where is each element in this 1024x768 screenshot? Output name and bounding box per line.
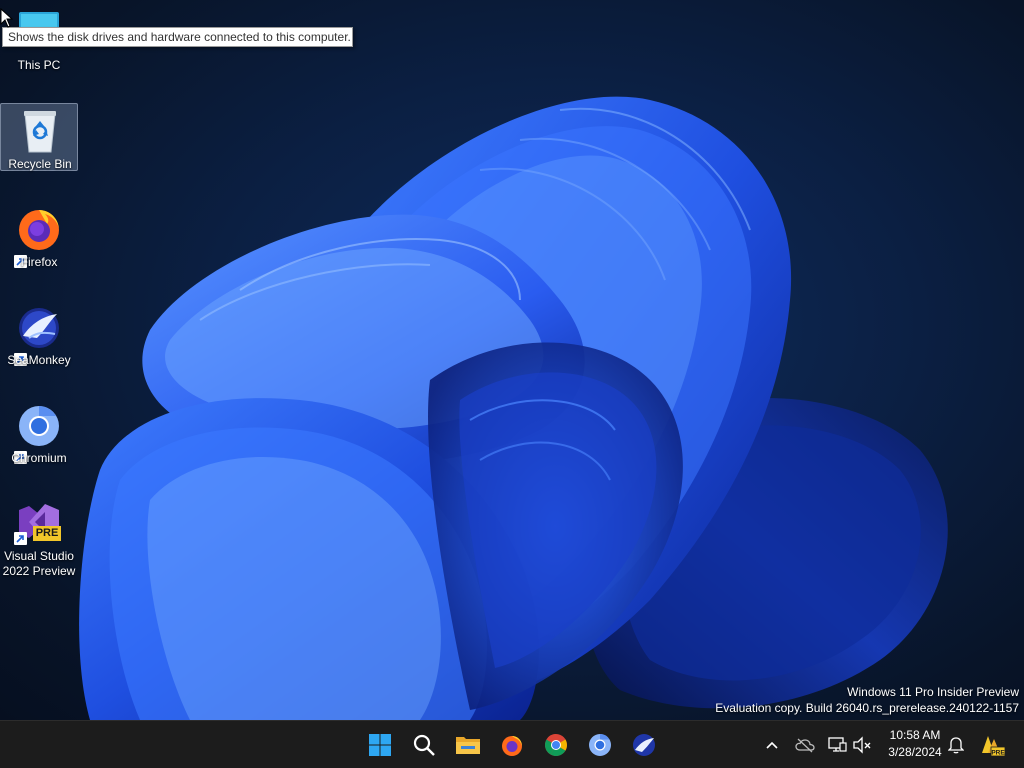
desktop-icon-label: 2022 Preview: [2, 564, 76, 578]
svg-text:PRE: PRE: [991, 750, 1005, 757]
chevron-up-icon: [766, 741, 778, 749]
desktop-icon-label: Recycle Bin: [8, 157, 72, 171]
taskbar-clock[interactable]: 10:58 AM 3/28/2024: [881, 727, 949, 761]
desktop-icon-label: This PC: [17, 58, 61, 72]
taskbar-chromium-button[interactable]: [584, 729, 616, 761]
network-button[interactable]: [826, 733, 848, 757]
clock-date: 3/28/2024: [888, 745, 942, 759]
file-explorer-button[interactable]: [452, 729, 484, 761]
chromium-icon: [15, 400, 63, 446]
watermark-line-2: Evaluation copy. Build 26040.rs_prerelea…: [715, 701, 1019, 715]
seamonkey-icon: [15, 302, 63, 348]
show-hidden-icons-button[interactable]: [761, 733, 783, 757]
desktop-icon-chromium[interactable]: Chromium: [0, 396, 78, 465]
firefox-icon: [15, 204, 63, 250]
search-button[interactable]: [408, 729, 440, 761]
taskbar-firefox-button[interactable]: [496, 729, 528, 761]
volume-button[interactable]: [851, 733, 873, 757]
notification-bell-icon: [948, 737, 964, 754]
desktop-icon-label: SeaMonkey: [7, 353, 71, 367]
desktop-icon-label: Chromium: [11, 451, 67, 465]
search-icon: [413, 734, 435, 756]
shortcut-arrow-icon: [14, 532, 27, 545]
start-button[interactable]: [364, 729, 396, 761]
desktop-icon-label: Firefox: [20, 255, 58, 269]
dev-home-preview-icon: PRE: [982, 736, 1006, 757]
seamonkey-icon: [633, 734, 655, 756]
desktop-icon-visual-studio-preview[interactable]: PRE Visual Studio 2022 Preview: [0, 494, 78, 578]
clock-time: 10:58 AM: [889, 728, 941, 742]
onedrive-offline-icon: [795, 738, 815, 753]
firefox-icon: [502, 736, 522, 756]
desktop-icon-label: Visual Studio: [4, 549, 74, 563]
recycle-bin-icon: [16, 108, 64, 153]
volume-muted-icon: [853, 736, 871, 754]
desktop-icon-firefox[interactable]: Firefox: [0, 200, 78, 269]
mouse-cursor-icon: [0, 7, 14, 33]
desktop-icon-seamonkey[interactable]: SeaMonkey: [0, 298, 78, 367]
bloom-wallpaper: [79, 96, 948, 720]
tooltip: Shows the disk drives and hardware conne…: [2, 27, 353, 47]
notifications-button[interactable]: [945, 733, 967, 757]
preview-badge: PRE: [33, 526, 61, 541]
chrome-icon: [545, 734, 567, 756]
taskbar-seamonkey-button[interactable]: [628, 729, 660, 761]
start-icon: [369, 734, 391, 756]
taskbar-chrome-button[interactable]: [540, 729, 572, 761]
onedrive-button[interactable]: [794, 733, 816, 757]
desktop-icon-recycle-bin[interactable]: Recycle Bin: [0, 103, 78, 171]
network-icon: [828, 737, 847, 752]
evaluation-watermark: Windows 11 Pro Insider Preview Evaluatio…: [715, 684, 1019, 716]
chromium-icon: [589, 734, 611, 756]
dev-home-preview-button[interactable]: PRE: [980, 733, 1006, 757]
desktop[interactable]: This PC Recycle Bin Firefox SeaMonkey Ch…: [0, 0, 1024, 720]
watermark-line-1: Windows 11 Pro Insider Preview: [847, 685, 1019, 699]
file-explorer-icon: [456, 737, 480, 754]
taskbar: 10:58 AM 3/28/2024 PRE: [0, 720, 1024, 768]
